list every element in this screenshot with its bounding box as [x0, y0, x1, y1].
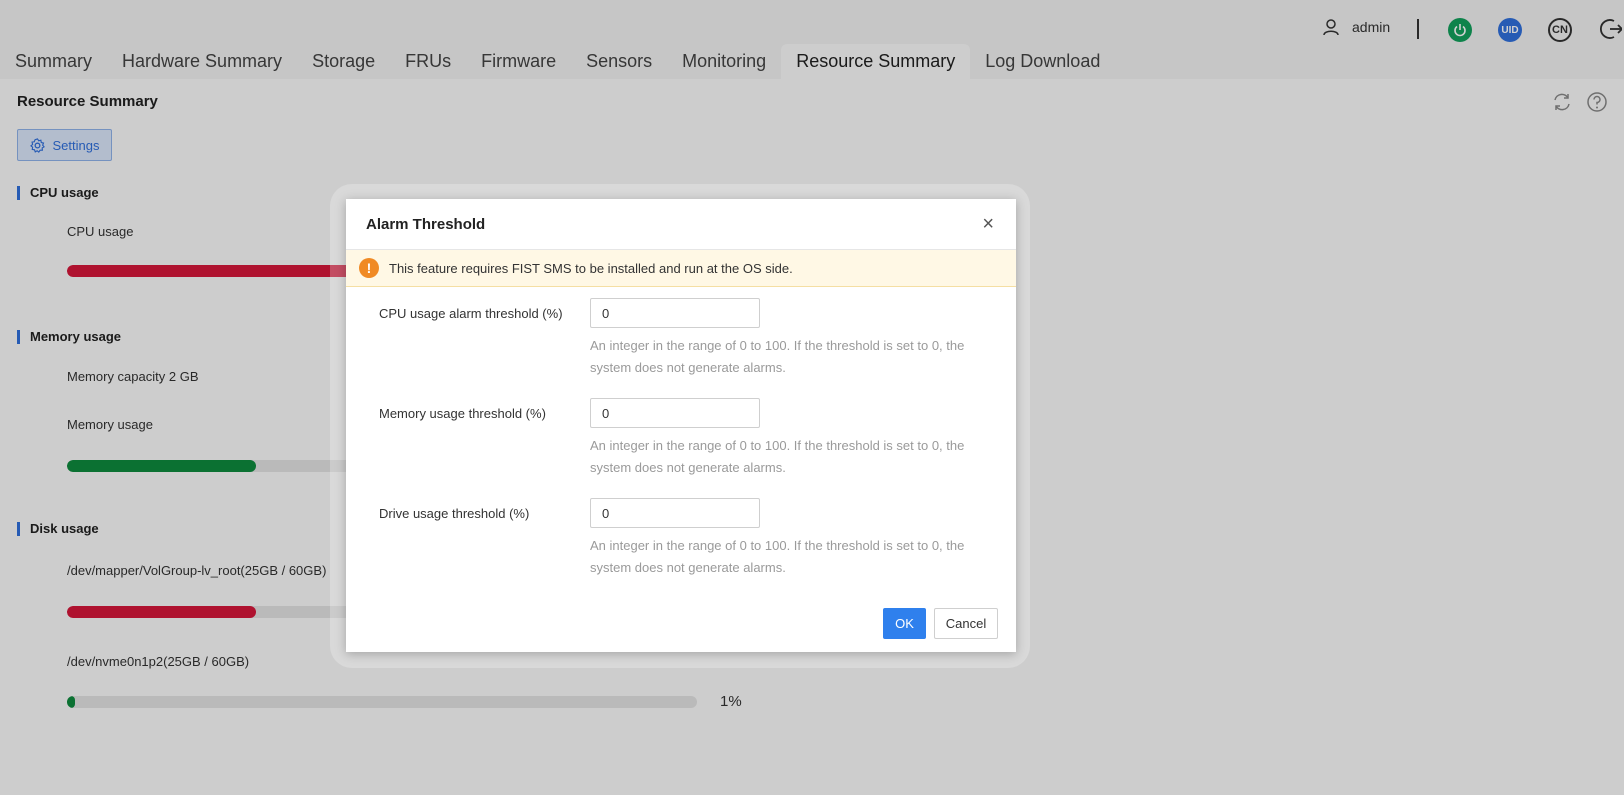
ok-button[interactable]: OK — [883, 608, 926, 639]
memory-threshold-label: Memory usage threshold (%) — [379, 406, 546, 421]
cpu-threshold-label: CPU usage alarm threshold (%) — [379, 306, 563, 321]
notice-banner: ! This feature requires FIST SMS to be i… — [346, 250, 1016, 287]
close-icon[interactable]: × — [982, 214, 994, 234]
cpu-threshold-hint: An integer in the range of 0 to 100. If … — [590, 338, 965, 375]
cancel-button[interactable]: Cancel — [934, 608, 998, 639]
memory-threshold-hint: An integer in the range of 0 to 100. If … — [590, 438, 965, 475]
alarm-threshold-dialog: Alarm Threshold × ! This feature require… — [346, 199, 1016, 652]
cpu-threshold-input[interactable] — [590, 298, 760, 328]
memory-threshold-input[interactable] — [590, 398, 760, 428]
warning-icon: ! — [359, 258, 379, 278]
drive-threshold-hint: An integer in the range of 0 to 100. If … — [590, 538, 965, 575]
dialog-title: Alarm Threshold — [366, 216, 486, 233]
drive-threshold-label: Drive usage threshold (%) — [379, 506, 530, 521]
drive-threshold-input[interactable] — [590, 498, 760, 528]
notice-text: This feature requires FIST SMS to be ins… — [389, 260, 793, 276]
